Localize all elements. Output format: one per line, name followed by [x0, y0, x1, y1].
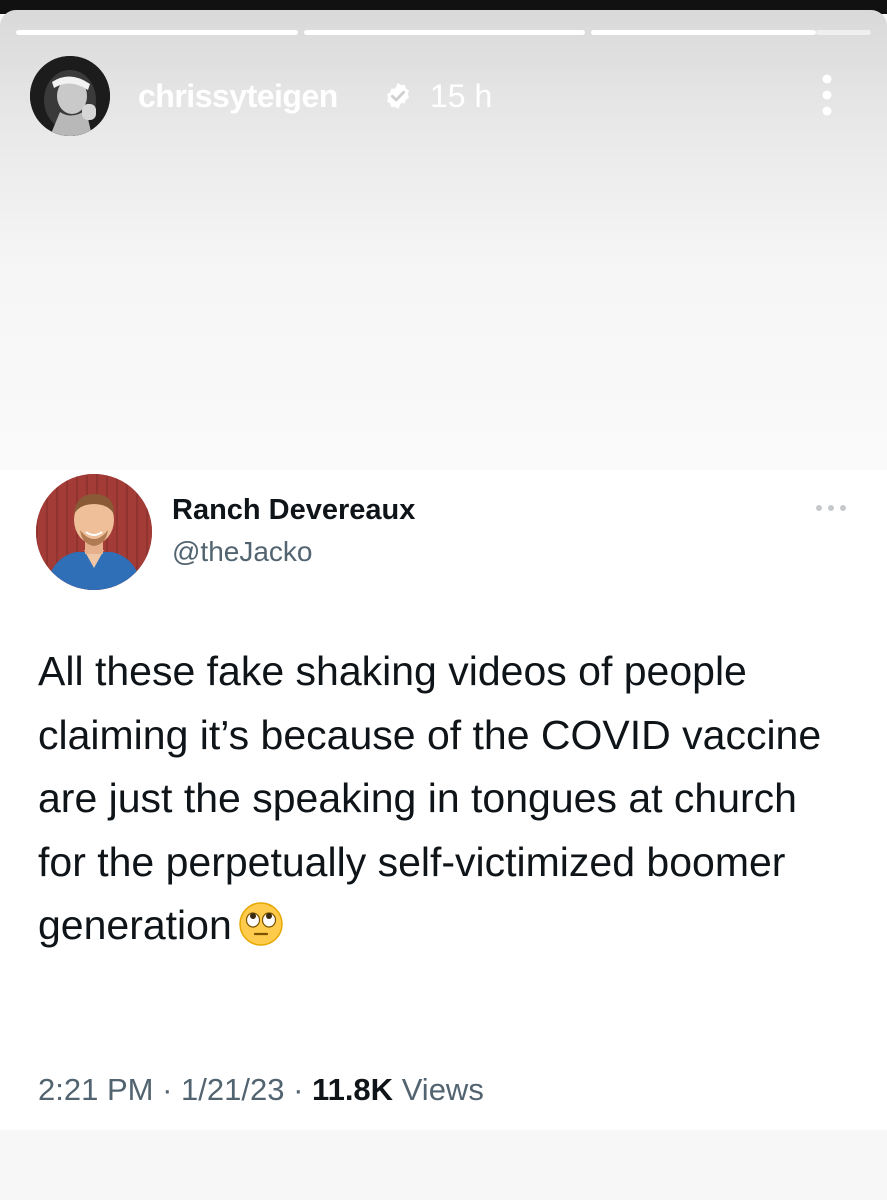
- tweet-metadata: 2:21 PM · 1/21/23 · 11.8K Views: [38, 1072, 484, 1108]
- tweet-date[interactable]: 1/21/23: [181, 1072, 284, 1107]
- tweet-handle[interactable]: @theJacko: [172, 536, 313, 568]
- tweet-views-count: 11.8K: [312, 1072, 394, 1107]
- meta-separator-2: ·: [293, 1072, 304, 1107]
- story-progress-segment-3-remaining: [816, 30, 871, 35]
- story-progress-segment-1: [16, 30, 298, 35]
- tweet-display-name[interactable]: Ranch Devereaux: [172, 494, 415, 527]
- avatar-image: [30, 56, 110, 136]
- story-timestamp: 15 h: [430, 78, 493, 114]
- story-progress-segment-2: [304, 30, 585, 35]
- tweet-body: All these fake shaking videos of people …: [38, 640, 838, 958]
- story-author-username[interactable]: chrissyteigen: [138, 78, 338, 115]
- verified-badge-icon: [387, 82, 409, 110]
- tweet-avatar-image: [36, 474, 152, 590]
- more-vertical-icon[interactable]: [814, 72, 840, 118]
- face-with-rolling-eyes-icon: [239, 902, 283, 946]
- story-progress-segment-3: [591, 30, 816, 35]
- tweet-time[interactable]: 2:21 PM: [38, 1072, 153, 1107]
- tweet-views-label: Views: [401, 1072, 484, 1107]
- story-author-avatar[interactable]: [30, 56, 110, 136]
- meta-separator-1: ·: [162, 1072, 173, 1107]
- tweet-author-avatar[interactable]: [36, 474, 152, 590]
- more-horizontal-icon[interactable]: [814, 500, 848, 516]
- tweet-text: All these fake shaking videos of people …: [38, 648, 822, 948]
